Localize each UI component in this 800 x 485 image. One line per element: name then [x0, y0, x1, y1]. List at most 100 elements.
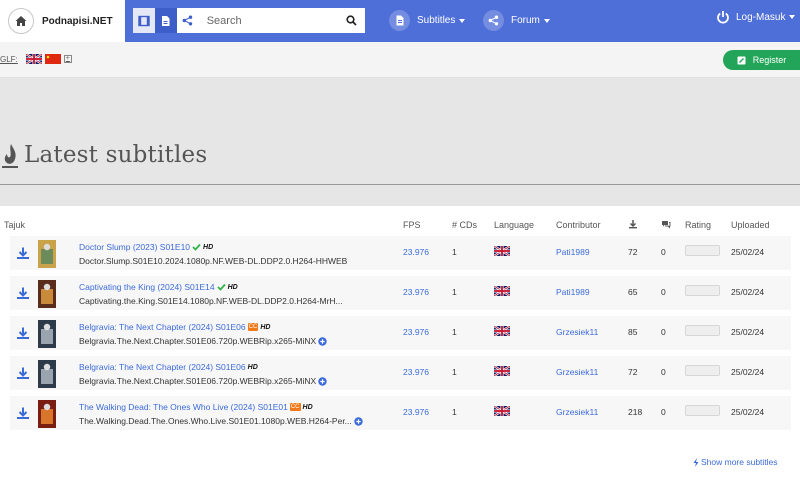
add-language-icon[interactable]: +	[63, 55, 72, 63]
document-mode-icon[interactable]	[154, 8, 177, 33]
poster-thumbnail[interactable]	[38, 280, 56, 308]
subtitle-title-link[interactable]: Captivating the King (2024) S01E14	[79, 282, 215, 292]
expand-plus-icon[interactable]	[318, 376, 327, 386]
poster-thumbnail[interactable]	[38, 240, 56, 268]
flame-icon	[2, 144, 18, 168]
contributor-link[interactable]: Pati1989	[556, 247, 590, 257]
table-row: Belgravia: The Next Chapter (2024) S01E0…	[10, 356, 791, 393]
show-more-label: Show more subtitles	[701, 457, 778, 467]
upload-date: 25/02/24	[731, 367, 765, 377]
uk-flag-icon[interactable]	[25, 54, 42, 64]
language-filter-bar: GLF: +	[0, 42, 800, 78]
release-name: Belgravia.The.Next.Chapter.S01E06.720p.W…	[79, 336, 327, 346]
comment-count: 0	[661, 287, 666, 297]
fps-link[interactable]: 23.976	[403, 367, 429, 377]
language-filter[interactable]: GLF: +	[0, 54, 72, 64]
cd-count: 1	[452, 287, 457, 297]
cn-flag-icon[interactable]	[44, 54, 61, 64]
download-icon[interactable]	[16, 366, 30, 380]
uk-flag-icon	[494, 406, 510, 416]
subtitle-title-link[interactable]: Belgravia: The Next Chapter (2024) S01E0…	[79, 322, 246, 332]
fps-link[interactable]: 23.976	[403, 327, 429, 337]
column-header-cds[interactable]: # CDs	[452, 220, 477, 230]
fps-link[interactable]: 23.976	[403, 287, 429, 297]
cd-count: 1	[452, 327, 457, 337]
share-mode-icon[interactable]	[176, 8, 199, 33]
poster-thumbnail[interactable]	[38, 400, 56, 428]
uk-flag-icon	[494, 326, 510, 336]
subtitle-title-link[interactable]: Doctor Slump (2023) S01E10	[79, 242, 190, 252]
power-icon	[716, 10, 730, 24]
column-header-language[interactable]: Language	[494, 220, 534, 230]
chevron-down-icon	[789, 15, 796, 19]
title-divider	[0, 184, 800, 185]
search-icon[interactable]	[339, 8, 365, 33]
poster-thumbnail[interactable]	[38, 360, 56, 388]
contributor-link[interactable]: Grzesiek11	[556, 367, 598, 377]
page-title-text: Latest subtitles	[24, 142, 208, 168]
brand-name[interactable]: Podnapisi.NET	[42, 16, 113, 27]
contributor-link[interactable]: Grzesiek11	[556, 407, 598, 417]
download-icon	[629, 220, 637, 229]
login-menu[interactable]: Log-Masuk	[716, 10, 796, 24]
hd-badge: HD	[203, 243, 214, 251]
cd-count: 1	[452, 367, 457, 377]
release-name: Doctor.Slump.S01E10.2024.1080p.NF.WEB-DL…	[79, 256, 347, 266]
rating-bar	[685, 325, 720, 336]
download-icon[interactable]	[16, 326, 30, 340]
rating-bar	[685, 285, 720, 296]
column-header-rating[interactable]: Rating	[685, 220, 711, 230]
verified-check-icon	[192, 243, 201, 251]
subtitle-title-line: Belgravia: The Next Chapter (2024) S01E0…	[79, 322, 270, 332]
comments-icon	[662, 221, 671, 229]
edit-icon	[737, 56, 746, 64]
subtitle-title-link[interactable]: The Walking Dead: The Ones Who Live (202…	[79, 402, 288, 412]
brand[interactable]: Podnapisi.NET	[0, 0, 125, 42]
subtitles-menu[interactable]: Subtitles	[389, 10, 466, 31]
upload-date: 25/02/24	[731, 287, 765, 297]
download-count: 65	[628, 287, 638, 297]
uk-flag-icon	[494, 286, 510, 296]
subtitle-title-link[interactable]: Belgravia: The Next Chapter (2024) S01E0…	[79, 362, 246, 372]
rating-bar	[685, 245, 720, 256]
home-icon[interactable]	[8, 8, 34, 34]
upload-date: 25/02/24	[731, 247, 765, 257]
fps-link[interactable]: 23.976	[403, 407, 429, 417]
release-name: Captivating.the.King.S01E14.1080p.NF.WEB…	[79, 296, 343, 306]
forum-menu[interactable]: Forum	[483, 10, 550, 31]
column-header-name[interactable]: Tajuk	[4, 220, 25, 230]
contributor-link[interactable]: Grzesiek11	[556, 327, 598, 337]
column-header-contributor[interactable]: Contributor	[556, 220, 601, 230]
register-label: Register	[752, 55, 787, 65]
comment-count: 0	[661, 247, 666, 257]
release-text: Belgravia.The.Next.Chapter.S01E06.720p.W…	[79, 336, 317, 346]
download-icon[interactable]	[16, 286, 30, 300]
subtitle-title-line: The Walking Dead: The Ones Who Live (202…	[79, 402, 313, 412]
fps-link[interactable]: 23.976	[403, 247, 429, 257]
expand-plus-icon[interactable]	[354, 416, 363, 426]
download-icon[interactable]	[16, 406, 30, 420]
film-mode-icon[interactable]	[133, 8, 155, 33]
comment-count: 0	[661, 407, 666, 417]
release-text: The.Walking.Dead.The.Ones.Who.Live.S01E0…	[79, 416, 352, 426]
expand-plus-icon[interactable]	[318, 336, 327, 346]
rating-bar	[685, 405, 720, 416]
subtitles-menu-label: Subtitles	[417, 15, 456, 26]
poster-thumbnail[interactable]	[38, 320, 56, 348]
document-icon	[389, 10, 410, 31]
share-icon	[483, 10, 504, 31]
forum-menu-label: Forum	[511, 15, 540, 26]
register-button[interactable]: Register	[723, 50, 800, 70]
show-more-link[interactable]: Show more subtitles	[693, 457, 778, 467]
download-icon[interactable]	[16, 246, 30, 260]
column-header-uploaded[interactable]: Uploaded	[731, 220, 770, 230]
rating-bar	[685, 365, 720, 376]
column-header-comments[interactable]	[661, 219, 671, 231]
search-input[interactable]	[198, 8, 339, 33]
comment-count: 0	[661, 327, 666, 337]
download-count: 85	[628, 327, 638, 337]
column-header-downloads[interactable]	[628, 219, 638, 231]
search-bar	[133, 8, 365, 33]
contributor-link[interactable]: Pati1989	[556, 287, 590, 297]
column-header-fps[interactable]: FPS	[403, 220, 421, 230]
